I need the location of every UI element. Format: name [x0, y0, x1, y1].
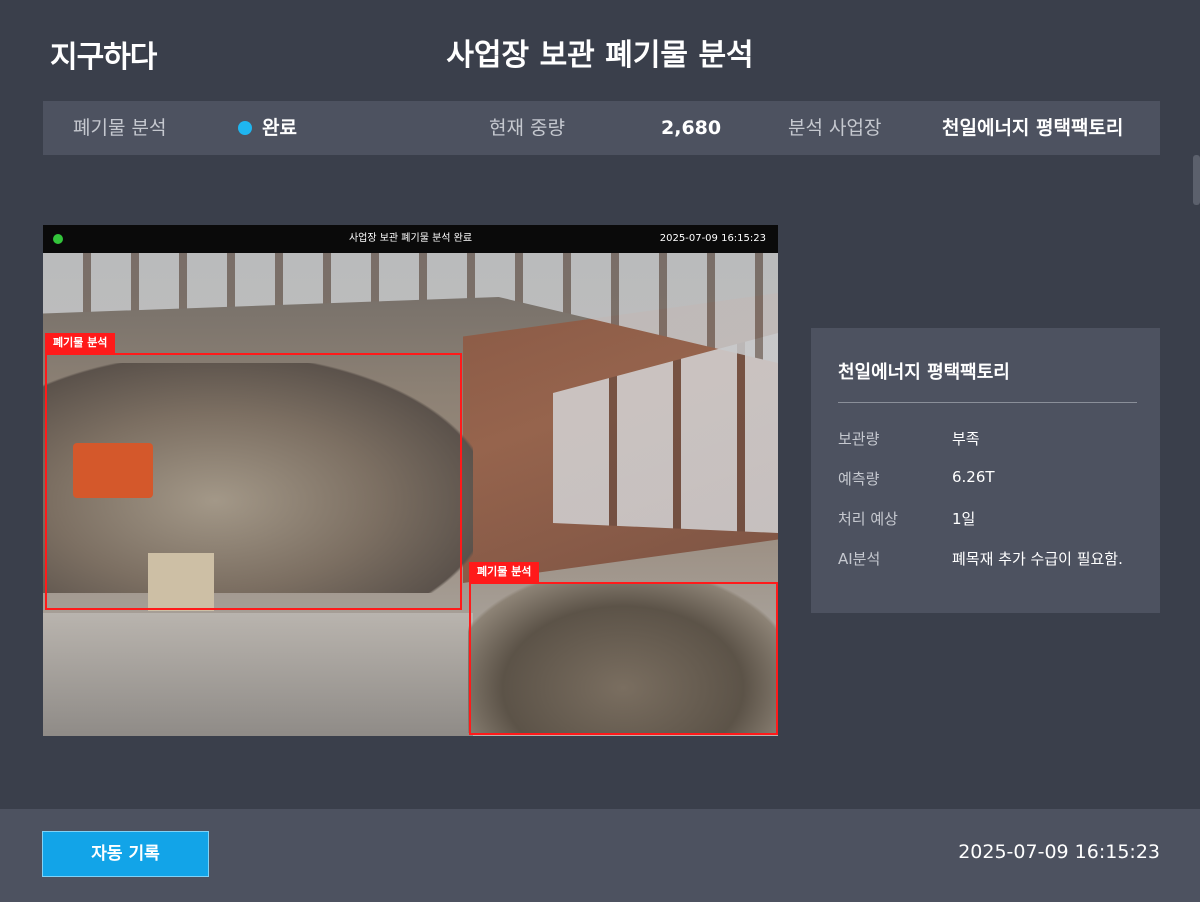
analysis-status-label: 폐기물 분석	[73, 117, 167, 139]
current-weight-value: 2,680	[661, 117, 722, 139]
info-value: 1일	[952, 510, 976, 528]
app-root: 지구하다 사업장 보관 폐기물 분석 폐기물 분석 완료 현재 중량 2,680…	[0, 0, 1200, 902]
detection-label-1: 폐기물 분석	[45, 333, 116, 353]
detection-box-1	[45, 353, 462, 610]
analysis-site-label: 분석 사업장	[788, 117, 882, 139]
camera-header: 사업장 보관 폐기물 분석 완료 2025-07-09 16:15:23	[43, 225, 778, 253]
camera-timestamp: 2025-07-09 16:15:23	[659, 233, 766, 244]
info-divider	[838, 402, 1137, 403]
info-value: 6.26T	[952, 468, 995, 486]
camera-feed: 사업장 보관 폐기물 분석 완료 2025-07-09 16:15:23 폐기물…	[43, 225, 778, 736]
current-weight-label: 현재 중량	[489, 117, 565, 139]
scene-floor	[43, 613, 473, 736]
info-value: 부족	[952, 430, 980, 448]
footer-bar: 자동 기록 2025-07-09 16:15:23	[0, 809, 1200, 902]
status-bar: 폐기물 분석 완료 현재 중량 2,680 분석 사업장 천일에너지 평택팩토리	[43, 101, 1160, 155]
scrollbar-thumb[interactable]	[1193, 155, 1200, 205]
analysis-status-value: 완료	[238, 101, 297, 155]
info-value: 폐목재 추가 수급이 필요함.	[952, 550, 1123, 568]
analysis-status-text: 완료	[262, 117, 297, 139]
info-key: 처리 예상	[838, 510, 898, 528]
page-title: 사업장 보관 폐기물 분석	[446, 38, 754, 73]
analysis-site-value: 천일에너지 평택팩토리	[942, 117, 1124, 139]
detection-label-2: 폐기물 분석	[469, 562, 540, 582]
site-info-panel: 천일에너지 평택팩토리 보관량 부족 예측량 6.26T 처리 예상 1일 AI…	[811, 328, 1160, 613]
auto-record-button[interactable]: 자동 기록	[42, 831, 209, 877]
detection-box-2	[469, 582, 778, 735]
info-key: 보관량	[838, 430, 880, 448]
info-key: 예측량	[838, 470, 880, 488]
footer-timestamp: 2025-07-09 16:15:23	[958, 841, 1160, 863]
site-info-title: 천일에너지 평택팩토리	[838, 362, 1010, 383]
status-dot-icon	[238, 121, 252, 135]
info-key: AI분석	[838, 550, 881, 568]
